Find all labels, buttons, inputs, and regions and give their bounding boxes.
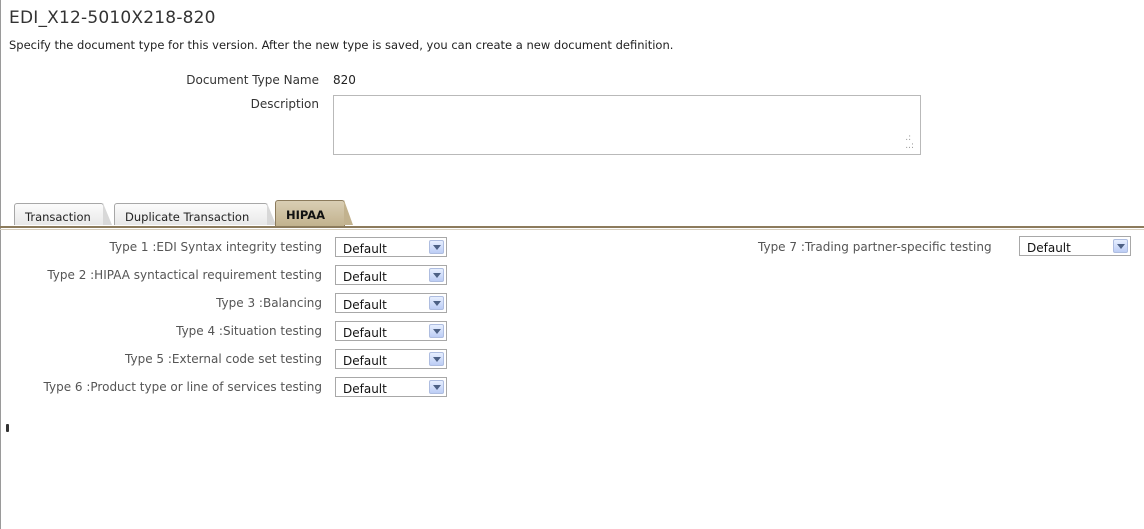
tab-underline [0,226,1144,228]
chevron-down-icon[interactable] [429,296,444,310]
type6-select[interactable]: Default [335,377,447,397]
chevron-down-icon[interactable] [429,240,444,254]
chevron-down-icon[interactable] [429,324,444,338]
page-title: EDI_X12-5010X218-820 [9,8,216,28]
description-label: Description [250,97,319,111]
chevron-down-icon[interactable] [429,380,444,394]
type1-select[interactable]: Default [335,237,447,257]
chevron-down-icon[interactable] [429,352,444,366]
splitter-handle[interactable] [6,424,9,432]
type5-label: Type 5 :External code set testing [125,352,322,366]
type6-label: Type 6 :Product type or line of services… [43,380,322,394]
tab-bar: Transaction Duplicate Transaction HIPAA [0,199,1144,228]
doc-type-name-value: 820 [333,73,356,87]
type4-select[interactable]: Default [335,321,447,341]
tab-duplicate-transaction-label: Duplicate Transaction [125,210,250,224]
chevron-down-icon[interactable] [429,268,444,282]
type6-select-value: Default [343,382,387,396]
resize-grip-icon[interactable]: .:..: [905,134,914,151]
type4-select-value: Default [343,326,387,340]
tab-hipaa-label: HIPAA [286,208,326,222]
type2-label: Type 2 :HIPAA syntactical requirement te… [47,268,322,282]
type7-label: Type 7 :Trading partner-specific testing [758,240,992,254]
type5-select[interactable]: Default [335,349,447,369]
type1-select-value: Default [343,242,387,256]
type3-select[interactable]: Default [335,293,447,313]
left-border [0,0,1,529]
tab-duplicate-transaction[interactable]: Duplicate Transaction [114,203,276,225]
type3-label: Type 3 :Balancing [216,296,322,310]
tab-underline-shadow [0,229,1144,230]
type7-select[interactable]: Default [1019,236,1131,256]
type2-select-value: Default [343,270,387,284]
description-textarea[interactable]: .:..: [333,95,921,155]
type7-select-value: Default [1027,241,1071,255]
type2-select[interactable]: Default [335,265,447,285]
doc-type-name-label: Document Type Name [186,73,319,87]
type3-select-value: Default [343,298,387,312]
type1-label: Type 1 :EDI Syntax integrity testing [109,240,322,254]
tab-transaction-label: Transaction [25,210,91,224]
type4-label: Type 4 :Situation testing [176,324,322,338]
tab-hipaa[interactable]: HIPAA [275,200,353,226]
type5-select-value: Default [343,354,387,368]
page-instructions: Specify the document type for this versi… [9,38,674,52]
tab-transaction[interactable]: Transaction [14,203,112,225]
chevron-down-icon[interactable] [1113,239,1128,253]
